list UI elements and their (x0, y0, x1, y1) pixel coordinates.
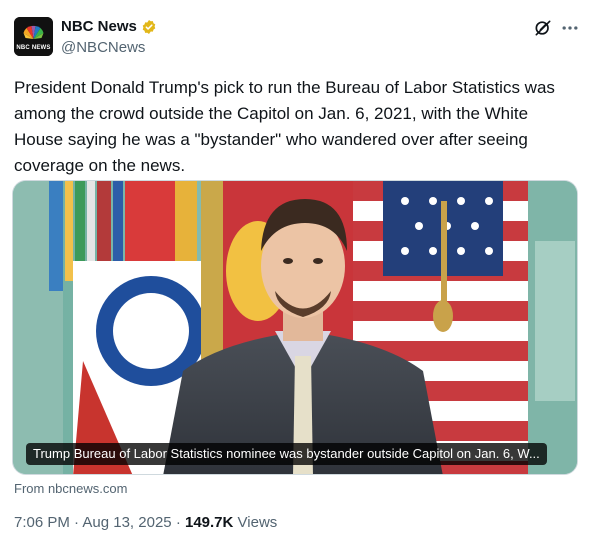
tweet-meta: 7:06 PM · Aug 13, 2025 · 149.7K Views (14, 514, 277, 531)
card-image (13, 181, 577, 474)
tweet-date[interactable]: Aug 13, 2025 (82, 514, 171, 531)
more-icon[interactable] (560, 18, 580, 38)
views-label: Views (237, 514, 278, 531)
link-card[interactable]: Trump Bureau of Labor Statistics nominee… (12, 180, 578, 475)
card-caption: Trump Bureau of Labor Statistics nominee… (26, 443, 547, 465)
tweet-text: President Donald Trump's pick to run the… (14, 78, 555, 175)
author-display-name[interactable]: NBC News (61, 18, 137, 35)
avatar-label: NBC NEWS (16, 45, 51, 51)
grok-icon[interactable] (533, 18, 553, 38)
author-handle[interactable]: @NBCNews (61, 39, 145, 56)
tweet: NBC NEWS NBC News @NBCNews President Don… (0, 0, 592, 537)
author-name-row: NBC News (61, 18, 157, 35)
verified-badge-icon[interactable] (141, 19, 157, 35)
views-count[interactable]: 149.7K (185, 514, 233, 531)
meta-separator: · (175, 514, 181, 531)
avatar[interactable]: NBC NEWS (14, 17, 53, 56)
meta-separator: · (74, 514, 80, 531)
card-source[interactable]: From nbcnews.com (14, 481, 127, 496)
tweet-time[interactable]: 7:06 PM (14, 514, 70, 531)
